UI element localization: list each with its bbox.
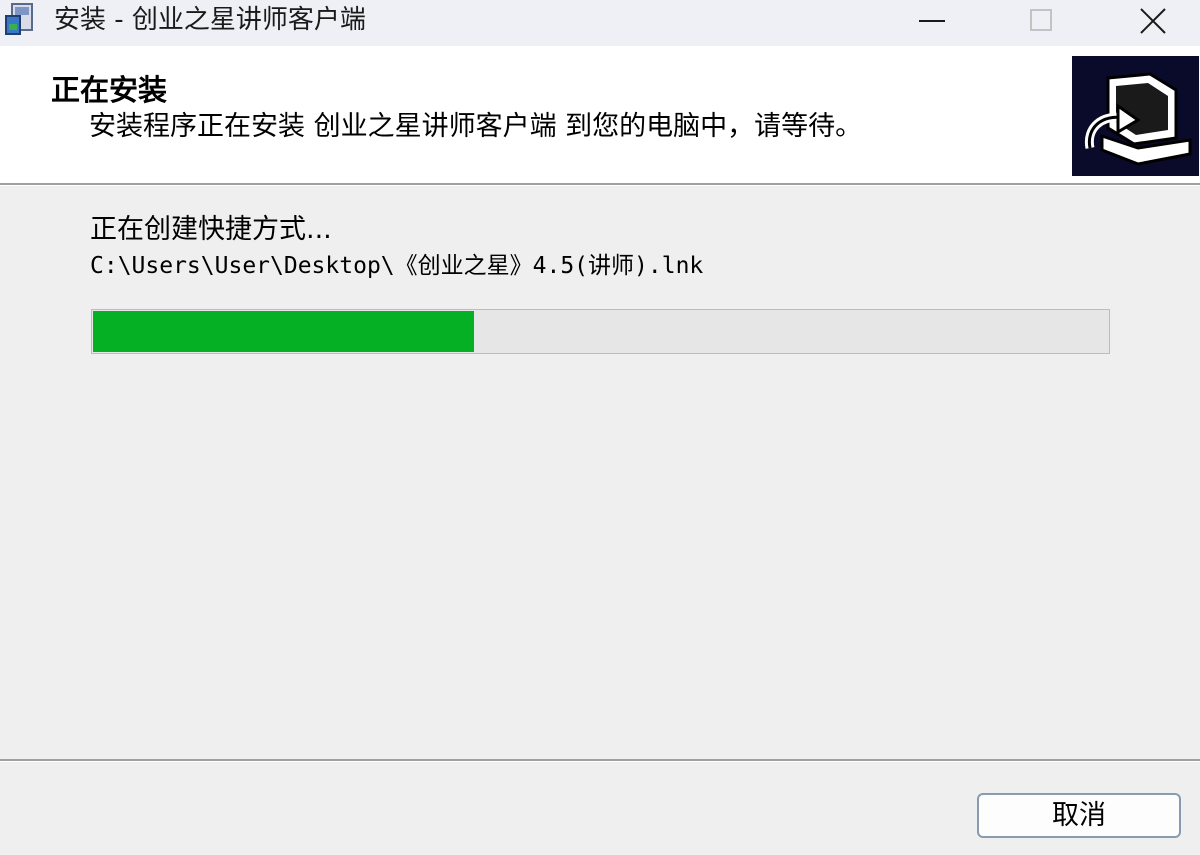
header-panel: 正在安装 安装程序正在安装 创业之星讲师客户端 到您的电脑中，请等待。 bbox=[0, 46, 1200, 183]
close-icon bbox=[1140, 8, 1166, 34]
maximize-button[interactable] bbox=[996, 0, 1086, 42]
page-title: 正在安装 bbox=[51, 73, 168, 107]
title-bar: 安装 - 创业之星讲师客户端 bbox=[0, 0, 1200, 46]
header-divider bbox=[0, 183, 1200, 186]
minimize-button[interactable] bbox=[887, 0, 977, 42]
cancel-button[interactable]: 取消 bbox=[977, 793, 1181, 838]
computer-install-icon bbox=[1072, 56, 1199, 176]
current-file-path: C:\Users\User\Desktop\《创业之星》4.5(讲师).lnk bbox=[90, 253, 704, 279]
footer-divider bbox=[0, 759, 1200, 762]
status-text: 正在创建快捷方式... bbox=[90, 214, 332, 245]
installer-icon bbox=[4, 2, 40, 38]
progress-bar bbox=[91, 309, 1110, 354]
page-description: 安装程序正在安装 创业之星讲师客户端 到您的电脑中，请等待。 bbox=[89, 111, 863, 142]
minimize-icon bbox=[919, 20, 945, 22]
window-title: 安装 - 创业之星讲师客户端 bbox=[54, 5, 366, 35]
progress-bar-fill bbox=[93, 311, 474, 352]
maximize-icon bbox=[1030, 9, 1052, 31]
installer-window: 安装 - 创业之星讲师客户端 正在安装 安装程序正在安装 创业之星讲师客户端 到… bbox=[0, 0, 1200, 855]
close-button[interactable] bbox=[1108, 0, 1198, 42]
